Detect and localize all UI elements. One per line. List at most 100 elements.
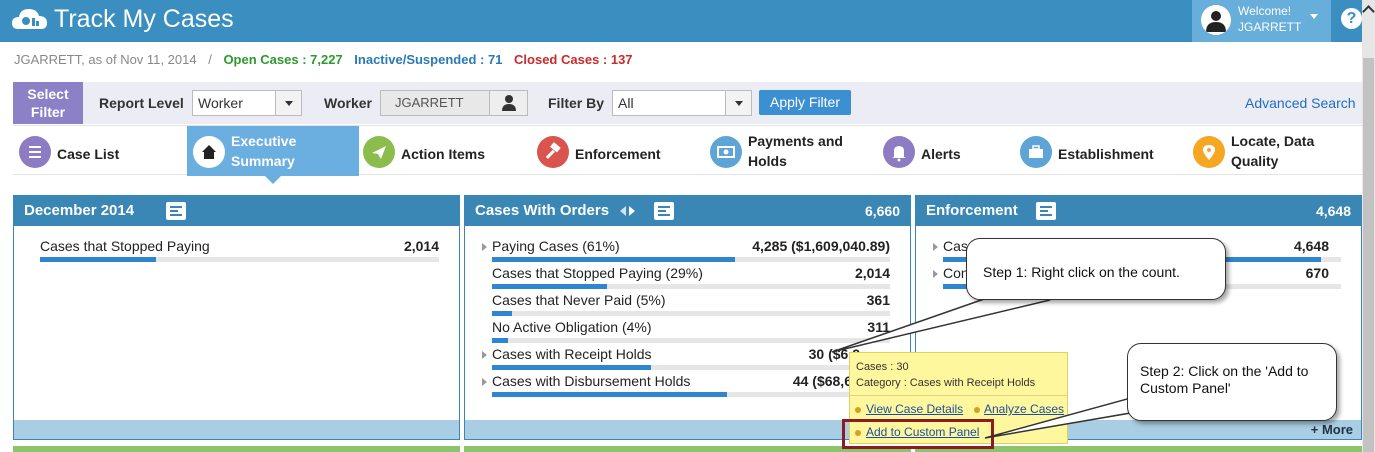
expand-arrow-icon[interactable] [482,243,487,251]
app-header: Track My Cases Welcome! JGARRETT ? [0,0,1362,42]
tooltip-category: Category : Cases with Receipt Holds [856,377,1036,389]
progress-track [492,338,890,343]
divider [850,395,1067,396]
user-menu[interactable]: Welcome! JGARRETT [1192,0,1331,42]
advanced-search-link[interactable]: Advanced Search [1245,95,1356,111]
app-title: Track My Cases [54,5,234,33]
report-level-value: Worker [198,95,243,111]
row-label: Paying Cases (61%) [492,238,620,254]
send-icon [363,136,395,168]
vertical-scrollbar[interactable] [1362,0,1375,452]
row-label: Cases with Receipt Holds [492,346,652,362]
list-item[interactable]: No Active Obligation (4%) 311 [465,319,910,346]
row-count[interactable]: 361 [867,292,890,308]
list-item[interactable]: Cases that Never Paid (5%) 361 [465,292,910,319]
progress-bar [492,392,727,397]
tab-label: Action Items [401,146,486,162]
help-button[interactable]: ? [1341,8,1362,29]
tab-case-list[interactable]: Case List [19,126,187,176]
home-icon [193,136,225,168]
list-item[interactable]: Cases with Receipt Holds 30 ($6,2 [465,346,910,373]
panel-title: December 2014 [24,202,135,219]
chevron-right-icon[interactable] [629,206,635,216]
more-link[interactable]: + More [1311,422,1353,437]
report-level-label: Report Level [99,95,184,111]
tab-payments-and-holds[interactable]: Payments and Holds [710,126,878,176]
tab-action-items[interactable]: Action Items [363,126,531,176]
tab-establishment[interactable]: Establishment [1020,126,1188,176]
user-date: JGARRETT, as of Nov 11, 2014 [14,52,197,67]
tab-label: Alerts [921,146,961,162]
row-label: Cases that Stopped Paying [40,238,210,254]
row-count[interactable]: 2,014 [855,265,890,281]
view-case-details-link[interactable]: View Case Details [866,402,963,416]
expand-arrow-icon[interactable] [933,270,938,278]
list-item[interactable]: Cases that Stopped Paying 2,014 [14,238,459,265]
expand-arrow-icon[interactable] [933,243,938,251]
list-icon[interactable] [1036,202,1056,220]
tab-label: Enforcement [575,146,661,162]
row-label: Con [943,265,969,281]
tab-label: Executive Summary [231,133,297,169]
tab-alerts[interactable]: Alerts [883,126,1013,176]
chevron-down-icon[interactable] [275,91,301,115]
welcome-label: Welcome! [1238,4,1292,18]
row-count[interactable]: 670 [1306,265,1329,281]
panel-december: December 2014 Cases that Stopped Paying … [13,195,460,440]
list-icon[interactable] [654,202,674,220]
progress-track [492,311,890,316]
bell-icon [883,136,915,168]
panel-cases-with-orders: Cases With Orders 6,660 Paying Cases (61… [464,195,911,440]
panel-count: 4,648 [1315,203,1351,219]
open-cases-count: Open Cases : 7,227 [223,52,343,67]
chevron-up-icon[interactable] [1362,5,1375,18]
list-icon[interactable] [166,202,186,220]
worker-lookup-button[interactable] [490,90,528,116]
panel-title: Enforcement [926,202,1018,219]
row-label: Cases with Disbursement Holds [492,373,691,389]
row-count[interactable]: 44 ($68,6 [793,373,852,389]
panel-header: Enforcement 4,648 [916,196,1361,226]
scrollbar-thumb[interactable] [1363,58,1374,452]
list-item[interactable]: Paying Cases (61%) 4,285 ($1,609,040.89) [465,238,910,265]
progress-bar [492,311,512,316]
user-icon [502,95,516,111]
analyze-cases-link[interactable]: Analyze Cases [984,402,1064,416]
progress-track [40,257,439,262]
avatar [1201,5,1231,35]
chevron-down-icon[interactable] [725,91,751,115]
filter-by-label: Filter By [548,95,605,111]
worker-field[interactable]: JGARRETT [380,90,490,116]
tab-enforcement[interactable]: Enforcement [537,126,705,176]
user-name: JGARRETT [1238,20,1302,34]
status-line: JGARRETT, as of Nov 11, 2014 / Open Case… [14,52,633,68]
filter-bar: Select Filter Report Level Worker Worker… [13,82,1362,124]
row-count[interactable]: 2,014 [404,238,439,254]
apply-filter-button[interactable]: Apply Filter [759,90,851,115]
filter-by-select[interactable]: All [612,90,752,116]
tab-executive-summary[interactable]: Executive Summary [187,126,359,184]
row-count[interactable]: 4,648 [1294,238,1329,254]
briefcase-icon [1020,136,1052,168]
chevron-down-icon [1310,14,1318,19]
money-icon [710,136,742,168]
row-count[interactable]: 4,285 ($1,609,040.89) [752,238,890,254]
report-level-select[interactable]: Worker [192,90,302,116]
list-item[interactable]: Cases that Stopped Paying (29%) 2,014 [465,265,910,292]
callout-step-2: Step 2: Click on the 'Add to Custom Pane… [1127,343,1337,421]
panel-count: 6,660 [864,203,900,219]
tab-label: Payments and Holds [748,133,843,169]
panel-header: December 2014 [14,196,459,226]
expand-arrow-icon[interactable] [482,378,487,386]
select-filter-button[interactable]: Select Filter [13,82,83,124]
chevron-left-icon[interactable] [620,206,626,216]
row-count[interactable]: 311 [867,319,890,335]
tab-locate-data-quality[interactable]: Locate, Data Quality [1193,126,1361,176]
list-item[interactable]: Cases with Disbursement Holds 44 ($68,6 [465,373,910,400]
tooltip-cases: Cases : 30 [856,361,909,373]
expand-arrow-icon[interactable] [482,351,487,359]
tab-label: Case List [57,146,120,162]
callout-step-1: Step 1: Right click on the count. [966,238,1226,300]
panel-footer [14,420,459,439]
list-icon [19,136,51,168]
